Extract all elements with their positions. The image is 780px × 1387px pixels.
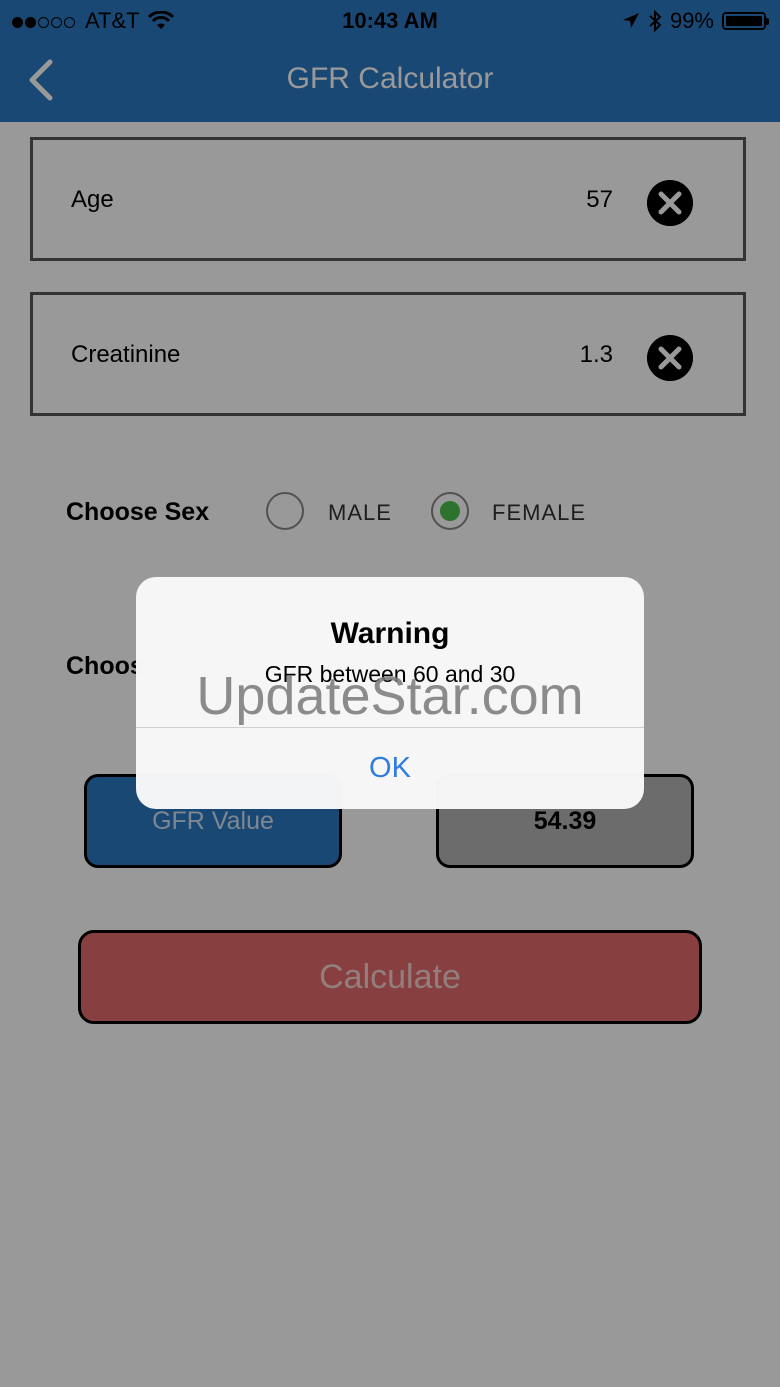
alert-title: Warning <box>330 617 450 650</box>
watermark: UpdateStar.com <box>196 666 584 726</box>
ok-button[interactable]: OK <box>136 728 644 809</box>
